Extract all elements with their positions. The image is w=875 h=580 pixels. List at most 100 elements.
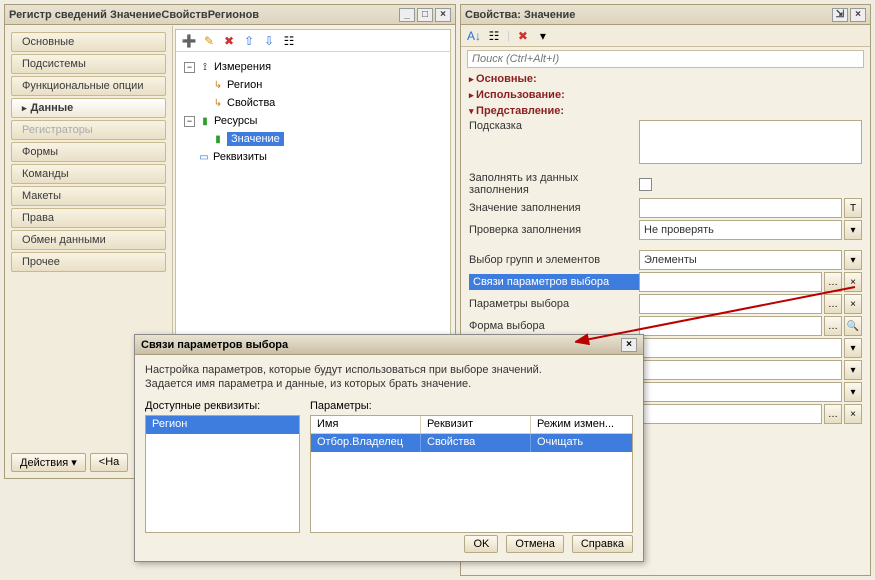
list-item[interactable]: Регион [146, 416, 299, 434]
dropdown-icon[interactable]: ▾ [844, 382, 862, 402]
dialog-left-col: Доступные реквизиты: Регион [145, 400, 300, 533]
tree-toolbar: ➕ ✎ ✖ ⇧ ⇩ ☷ [176, 30, 450, 52]
properties-icon[interactable]: ☷ [282, 34, 296, 48]
dimension-icon: ↳ [212, 98, 224, 109]
available-list[interactable]: Регион [145, 415, 300, 533]
fill-check-field[interactable]: Не проверять [639, 220, 842, 240]
nav-item-exchange[interactable]: Обмен данными [11, 230, 166, 250]
dropdown-icon[interactable]: ▾ [844, 220, 862, 240]
collapse-icon[interactable]: − [184, 116, 195, 127]
tree-resources[interactable]: − ▮ Ресурсы [180, 112, 446, 130]
section-main[interactable]: Основные: [461, 71, 870, 87]
nav-item-other[interactable]: Прочее [11, 252, 166, 272]
ok-button[interactable]: OK [464, 535, 498, 553]
nav-item-commands[interactable]: Команды [11, 164, 166, 184]
section-presentation[interactable]: Представление: [461, 103, 870, 119]
table-row[interactable]: Отбор.Владелец Свойства Очищать [311, 434, 632, 452]
back-button[interactable]: <На [90, 453, 129, 472]
open-dialog-button[interactable]: … [824, 316, 842, 336]
help-button[interactable]: Справка [572, 535, 633, 553]
dialog-right-col: Параметры: Имя Реквизит Режим измен... О… [310, 400, 633, 533]
dimensions-icon: ⟟ [199, 62, 211, 73]
dialog-body: Настройка параметров, которые будут испо… [135, 355, 643, 541]
blank-field[interactable] [639, 382, 842, 402]
dropdown-icon[interactable]: ▾ [844, 338, 862, 358]
params-table[interactable]: Имя Реквизит Режим измен... Отбор.Владел… [310, 415, 633, 533]
clear-button[interactable]: × [844, 272, 862, 292]
resource-icon: ▮ [212, 134, 224, 145]
blank-field[interactable] [639, 404, 822, 424]
hint-textarea[interactable] [639, 120, 862, 164]
tree-dim-props[interactable]: ↳ Свойства [180, 94, 446, 112]
properties-titlebar: Свойства: Значение ⇲ × [461, 5, 870, 25]
blank-field[interactable] [639, 360, 842, 380]
close-button[interactable]: × [435, 8, 451, 22]
collapse-icon[interactable]: − [184, 62, 195, 73]
nav-item-data[interactable]: Данные [11, 98, 166, 118]
cancel-button[interactable]: Отмена [506, 535, 563, 553]
categories-icon[interactable]: ☷ [487, 29, 501, 43]
section-usage[interactable]: Использование: [461, 87, 870, 103]
group-elem-field[interactable]: Элементы [639, 250, 842, 270]
close-button[interactable]: × [850, 8, 866, 22]
pin-button[interactable]: ⇲ [832, 8, 848, 22]
open-dialog-button[interactable]: … [824, 294, 842, 314]
nav-item-forms[interactable]: Формы [11, 142, 166, 162]
search-button[interactable]: 🔍 [844, 316, 862, 336]
dropdown-icon[interactable]: ▾ [844, 250, 862, 270]
register-titlebar: Регистр сведений ЗначениеСвойствРегионов… [5, 5, 455, 25]
type-button[interactable]: T [844, 198, 862, 218]
blank-field[interactable] [639, 338, 842, 358]
prop-hint: Подсказка [461, 119, 870, 165]
register-actions: Действия ▾ <На [11, 453, 128, 472]
add-icon[interactable]: ➕ [182, 34, 196, 48]
sel-params-field[interactable] [639, 294, 822, 314]
requisites-icon: ▭ [198, 152, 210, 163]
tree-res-value[interactable]: ▮ Значение [180, 130, 446, 148]
tree-dim-region[interactable]: ↳ Регион [180, 76, 446, 94]
sort-az-icon[interactable]: A↓ [467, 29, 481, 43]
dimension-icon: ↳ [212, 80, 224, 91]
dialog-footer: OK Отмена Справка [464, 535, 633, 553]
fill-from-data-checkbox[interactable] [639, 178, 652, 191]
nav-item-funcopts[interactable]: Функциональные опции [11, 76, 166, 96]
prop-link-params: Связи параметров выбора … × [461, 271, 870, 293]
dropdown-icon[interactable]: ▾ [844, 360, 862, 380]
nav-item-main[interactable]: Основные [11, 32, 166, 52]
properties-toolbar: A↓ ☷ | ✖ ▾ [461, 25, 870, 47]
dialog-description: Настройка параметров, которые будут испо… [145, 363, 633, 392]
register-title: Регистр сведений ЗначениеСвойствРегионов [9, 9, 397, 21]
nav-item-rights[interactable]: Права [11, 208, 166, 228]
move-down-icon[interactable]: ⇩ [262, 34, 276, 48]
search-input[interactable] [467, 50, 864, 68]
nav-item-subsystems[interactable]: Подсистемы [11, 54, 166, 74]
edit-icon[interactable]: ✎ [202, 34, 216, 48]
open-dialog-button[interactable]: … [824, 272, 842, 292]
tree-requisites[interactable]: ▭ Реквизиты [180, 148, 446, 166]
fill-value-field[interactable] [639, 198, 842, 218]
prop-fill-from-data: Заполнять из данных заполнения [461, 171, 870, 197]
dialog-close-button[interactable]: × [621, 338, 637, 352]
prop-fill-check: Проверка заполнения Не проверять ▾ [461, 219, 870, 241]
dropdown-icon[interactable]: ▾ [536, 29, 550, 43]
clear-button[interactable]: × [844, 404, 862, 424]
resources-icon: ▮ [199, 116, 211, 127]
clear-button[interactable]: × [844, 294, 862, 314]
properties-title: Свойства: Значение [465, 9, 830, 21]
clear-icon[interactable]: ✖ [516, 29, 530, 43]
tree-dimensions[interactable]: − ⟟ Измерения [180, 58, 446, 76]
nav-item-layouts[interactable]: Макеты [11, 186, 166, 206]
link-params-dialog: Связи параметров выбора × Настройка пара… [134, 334, 644, 562]
prop-group-elem: Выбор групп и элементов Элементы ▾ [461, 249, 870, 271]
sel-form-field[interactable] [639, 316, 822, 336]
prop-sel-params: Параметры выбора … × [461, 293, 870, 315]
prop-fill-value: Значение заполнения T [461, 197, 870, 219]
move-up-icon[interactable]: ⇧ [242, 34, 256, 48]
minimize-button[interactable]: _ [399, 8, 415, 22]
actions-button[interactable]: Действия ▾ [11, 453, 86, 472]
delete-icon[interactable]: ✖ [222, 34, 236, 48]
open-dialog-button[interactable]: … [824, 404, 842, 424]
link-params-field[interactable] [639, 272, 822, 292]
maximize-button[interactable]: □ [417, 8, 433, 22]
dialog-titlebar: Связи параметров выбора × [135, 335, 643, 355]
